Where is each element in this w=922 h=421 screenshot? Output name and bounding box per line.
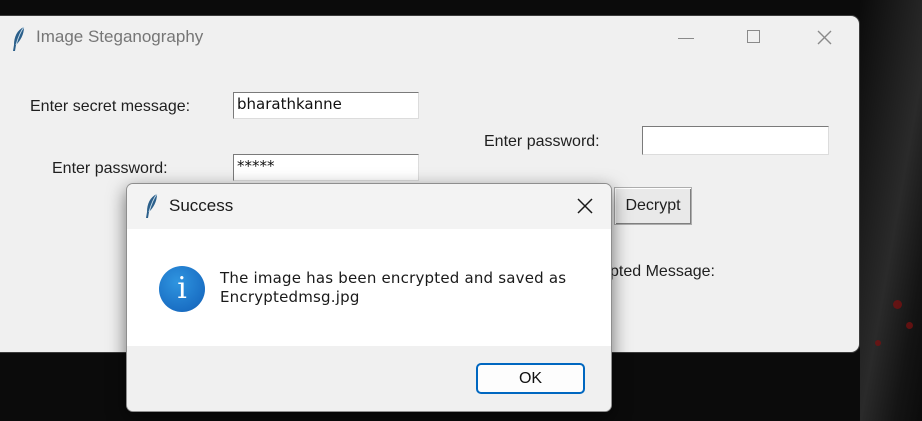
encrypt-password-input[interactable]: ***** bbox=[233, 154, 419, 181]
window-title: Image Steganography bbox=[36, 27, 204, 46]
minimize-button[interactable] bbox=[662, 16, 708, 60]
dialog-title: Success bbox=[169, 196, 234, 215]
background-splatter bbox=[906, 322, 913, 329]
dialog-footer: OK bbox=[127, 346, 611, 411]
background-streak bbox=[860, 0, 922, 421]
dialog-body: i The image has been encrypted and saved… bbox=[127, 229, 611, 346]
title-bar[interactable]: Image Steganography bbox=[0, 16, 859, 60]
dialog-title-bar[interactable]: Success bbox=[127, 184, 611, 229]
encrypt-password-label: Enter password: bbox=[52, 160, 168, 177]
info-icon: i bbox=[159, 266, 205, 312]
success-dialog: Success i The image has been encrypted a… bbox=[126, 183, 612, 412]
background-splatter bbox=[875, 340, 881, 346]
decrypt-password-input[interactable] bbox=[642, 126, 829, 155]
close-icon bbox=[577, 198, 593, 214]
feather-icon bbox=[146, 193, 158, 218]
maximize-button[interactable] bbox=[731, 16, 777, 60]
secret-message-label: Enter secret message: bbox=[30, 98, 191, 115]
dialog-message: The image has been encrypted and saved a… bbox=[220, 269, 580, 307]
decrypt-button[interactable]: Decrypt bbox=[614, 187, 692, 225]
dialog-close-button[interactable] bbox=[562, 184, 608, 229]
decrypt-password-label: Enter password: bbox=[484, 133, 600, 150]
close-icon bbox=[817, 30, 832, 45]
close-button[interactable] bbox=[801, 16, 847, 60]
background-splatter bbox=[893, 300, 902, 309]
secret-message-input[interactable]: bharathkanne bbox=[233, 92, 419, 119]
ok-button[interactable]: OK bbox=[476, 363, 585, 394]
feather-icon bbox=[13, 26, 25, 51]
dialog-message-line: The image has been encrypted and saved a… bbox=[220, 269, 567, 287]
decrypted-message-label: ypted Message: bbox=[602, 263, 715, 280]
dialog-message-line: Encryptedmsg.jpg bbox=[220, 288, 360, 306]
